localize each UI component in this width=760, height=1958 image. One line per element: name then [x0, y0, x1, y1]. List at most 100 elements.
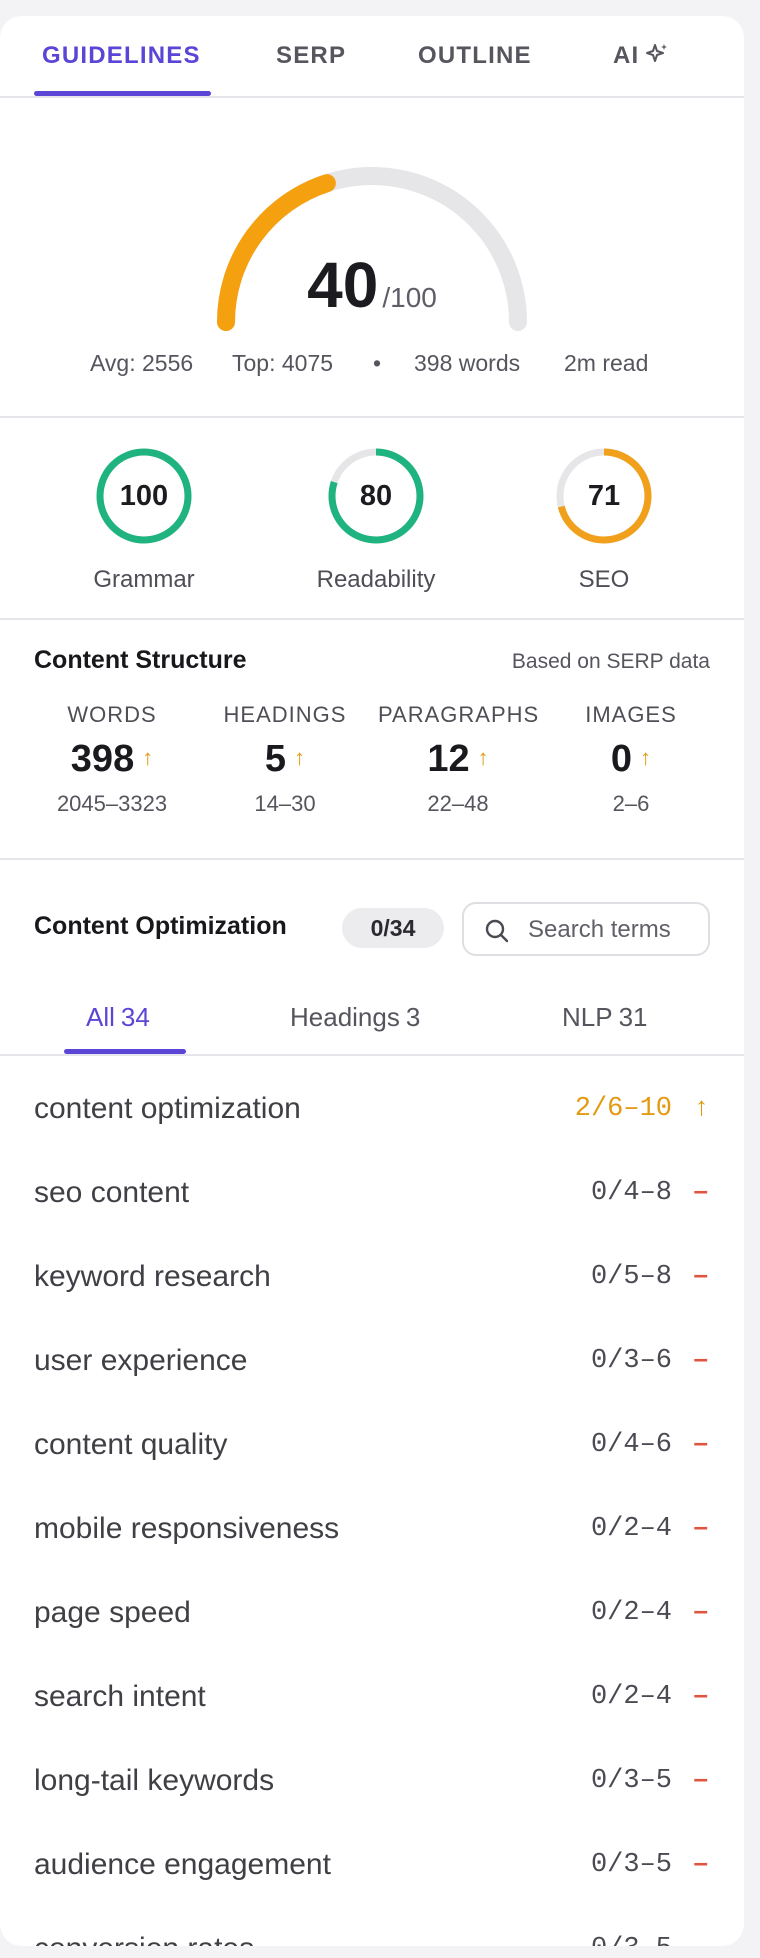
term-name: search intent	[34, 1680, 206, 1713]
dash-icon: –	[693, 1847, 708, 1877]
tab-guidelines[interactable]: GUIDELINES	[42, 42, 201, 70]
search-icon	[485, 919, 509, 943]
metric-value: 0	[610, 738, 633, 780]
metric-value: 12	[427, 738, 470, 780]
seo-score: 71 SEO	[514, 446, 694, 594]
metric-paragraphs: PARAGRAPHS 12 ↑ 22–48	[378, 702, 538, 817]
metric-words: WORDS 398 ↑ 2045–3323	[32, 702, 192, 817]
arrow-up-icon: ↑	[695, 1091, 708, 1121]
term-name: user experience	[34, 1344, 248, 1377]
dash-icon: –	[693, 1679, 708, 1709]
term-name: conversion rates	[34, 1932, 254, 1946]
avg-words: Avg: 2556	[90, 350, 194, 376]
word-count: 398 words	[414, 350, 521, 376]
term-row[interactable]: long-tail keywords 0/3–5–	[0, 1738, 744, 1822]
terms-count-badge: 0/34	[342, 908, 444, 948]
subtab-count: 31	[618, 1002, 648, 1032]
read-time: 2m read	[564, 350, 649, 376]
active-tab-indicator	[34, 91, 211, 96]
readability-score: 80 Readability	[286, 446, 466, 594]
term-count: 0/2–4	[590, 1514, 672, 1544]
metric-images: IMAGES 0 ↑ 2–6	[551, 702, 711, 817]
subtab-label: Headings	[290, 1002, 400, 1032]
top-tab-bar: GUIDELINES SERP OUTLINE AI	[0, 16, 744, 98]
term-count: 0/4–6	[590, 1430, 672, 1460]
term-row[interactable]: content quality 0/4–6–	[0, 1402, 744, 1486]
term-row[interactable]: mobile responsiveness 0/2–4–	[0, 1486, 744, 1570]
metric-headings: HEADINGS 5 ↑ 14–30	[205, 702, 365, 817]
term-filter-tabs: All 34 Headings 3 NLP 31	[0, 976, 744, 1056]
score-max: /100	[382, 282, 437, 313]
tab-serp[interactable]: SERP	[276, 42, 346, 70]
term-name: content optimization	[34, 1092, 301, 1125]
metric-value: 5	[264, 738, 287, 780]
term-count: 0/4–8	[590, 1178, 672, 1208]
metric-label: HEADINGS	[223, 702, 347, 727]
grammar-label: Grammar	[93, 566, 195, 593]
dash-icon: –	[693, 1931, 708, 1946]
seo-ring: 71	[554, 446, 654, 546]
metric-label: PARAGRAPHS	[378, 702, 540, 727]
subtab-headings[interactable]: Headings 3	[290, 1002, 420, 1033]
term-count: 0/5–8	[590, 1262, 672, 1292]
term-name: keyword research	[34, 1260, 271, 1293]
seo-label: SEO	[578, 566, 630, 593]
metric-range: 2–6	[612, 791, 650, 816]
term-row[interactable]: audience engagement 0/3–5–	[0, 1822, 744, 1906]
term-count: 0/3–5	[590, 1850, 672, 1880]
metric-value: 398	[70, 738, 135, 780]
tab-outline[interactable]: OUTLINE	[418, 42, 532, 70]
subtab-count: 34	[120, 1002, 150, 1032]
terms-list: content optimization 2/6–10 ↑ seo content 0…	[0, 1066, 744, 1946]
content-structure-title: Content Structure	[34, 646, 247, 674]
arrow-up-icon: ↑	[477, 745, 489, 770]
dash-icon: –	[693, 1427, 708, 1457]
grammar-value: 100	[119, 480, 169, 512]
term-row[interactable]: conversion rates 0/3–5 –	[0, 1906, 744, 1946]
subtab-all[interactable]: All 34	[86, 1002, 150, 1033]
subtab-count: 3	[405, 1002, 421, 1032]
term-row[interactable]: user experience 0/3–6–	[0, 1318, 744, 1402]
active-subtab-indicator	[64, 1049, 186, 1054]
content-optimization-title: Content Optimization	[34, 912, 287, 940]
top-words: Top: 4075	[232, 350, 334, 376]
divider	[0, 416, 744, 418]
dash-icon: –	[693, 1175, 708, 1205]
search-input[interactable]	[528, 912, 704, 948]
grammar-score: 100 Grammar	[54, 446, 234, 594]
dash-icon: –	[693, 1259, 708, 1289]
term-count: 0/3–5	[591, 1934, 672, 1946]
term-name: page speed	[34, 1596, 191, 1629]
term-name: content quality	[34, 1428, 228, 1461]
metric-label: WORDS	[67, 702, 157, 727]
term-row[interactable]: content optimization 2/6–10 ↑	[0, 1066, 744, 1150]
tab-ai[interactable]: AI	[613, 42, 669, 73]
term-row[interactable]: seo content 0/4–8–	[0, 1150, 744, 1234]
dash-icon: –	[693, 1595, 708, 1625]
term-count: 0/2–4	[590, 1598, 672, 1628]
separator-dot: •	[373, 350, 382, 376]
term-name: seo content	[34, 1176, 190, 1209]
dash-icon: –	[693, 1763, 708, 1793]
divider	[0, 858, 744, 860]
search-box	[462, 902, 710, 956]
term-count: 0/3–6	[590, 1346, 672, 1376]
arrow-up-icon: ↑	[142, 745, 154, 770]
term-row[interactable]: page speed 0/2–4–	[0, 1570, 744, 1654]
term-count: 2/6–10	[574, 1094, 672, 1124]
metric-label: IMAGES	[585, 702, 677, 727]
term-name: audience engagement	[34, 1848, 331, 1881]
score-value: 40	[307, 249, 379, 321]
dash-icon: –	[693, 1343, 708, 1373]
divider	[0, 618, 744, 620]
term-row[interactable]: search intent 0/2–4–	[0, 1654, 744, 1738]
arrow-up-icon: ↑	[294, 745, 306, 770]
metric-range: 2045–3323	[56, 791, 168, 816]
term-count: 0/3–5	[590, 1766, 672, 1796]
term-row[interactable]: keyword research 0/5–8–	[0, 1234, 744, 1318]
grammar-ring: 100	[94, 446, 194, 546]
term-name: mobile responsiveness	[34, 1512, 340, 1545]
term-name: long-tail keywords	[34, 1764, 275, 1797]
subtab-nlp[interactable]: NLP 31	[562, 1002, 648, 1033]
term-count: 0/2–4	[590, 1682, 672, 1712]
